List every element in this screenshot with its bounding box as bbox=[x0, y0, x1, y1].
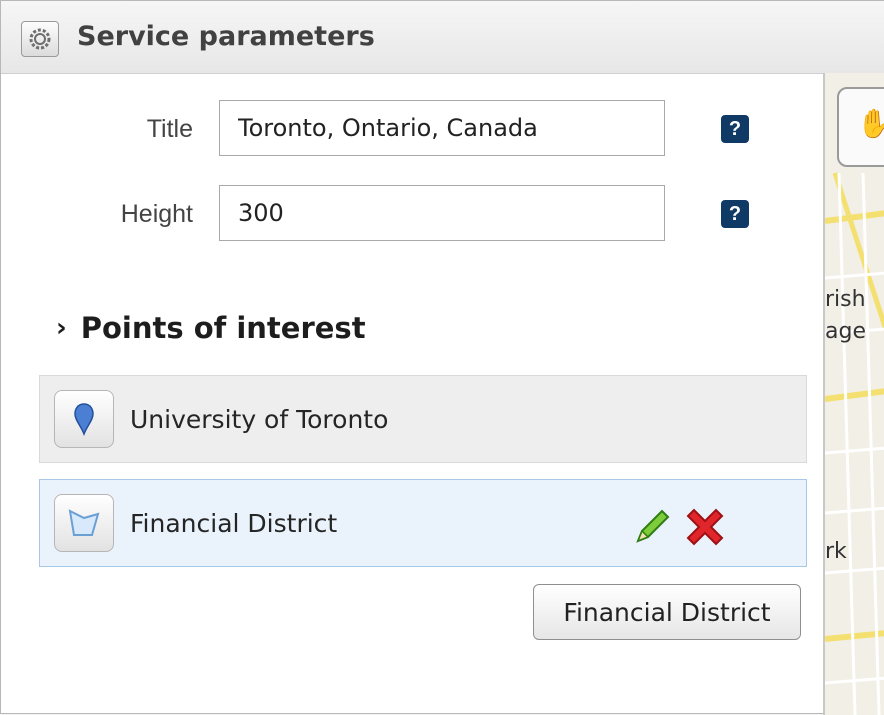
map-pin-icon bbox=[54, 390, 114, 448]
poi-item-label: Financial District bbox=[130, 508, 338, 538]
poi-item-label: University of Toronto bbox=[130, 404, 389, 434]
delete-x-icon[interactable] bbox=[682, 504, 728, 555]
poi-section-title: Points of interest bbox=[80, 311, 366, 345]
map-preview[interactable]: ✋ rish age rk bbox=[823, 73, 884, 715]
chevron-right-icon: › bbox=[56, 313, 67, 343]
height-help-icon[interactable]: ? bbox=[721, 200, 749, 228]
poi-item-actions bbox=[630, 504, 728, 555]
map-label: rk bbox=[825, 539, 847, 564]
height-label: Height bbox=[120, 200, 193, 228]
map-label: rish bbox=[825, 287, 866, 312]
height-input[interactable] bbox=[219, 185, 665, 241]
service-parameters-dialog: Service parameters Title ? Height ? › Po… bbox=[0, 0, 884, 715]
dialog-titlebar: Service parameters bbox=[1, 1, 884, 74]
map-pan-tool-button[interactable]: ✋ bbox=[837, 87, 884, 167]
poi-section-header[interactable]: › Points of interest bbox=[56, 311, 366, 345]
dialog-title: Service parameters bbox=[77, 21, 375, 52]
hand-icon: ✋ bbox=[857, 107, 884, 140]
poi-item-financial-district[interactable]: Financial District bbox=[39, 479, 807, 567]
edit-pencil-icon[interactable] bbox=[630, 505, 674, 554]
poi-item-university[interactable]: University of Toronto bbox=[39, 375, 807, 463]
map-label: age bbox=[825, 319, 866, 344]
polygon-area-icon bbox=[54, 494, 114, 552]
title-label: Title bbox=[146, 115, 193, 143]
poi-name-tooltip: Financial District bbox=[533, 584, 801, 640]
title-help-icon[interactable]: ? bbox=[721, 115, 749, 143]
title-input[interactable] bbox=[219, 100, 665, 156]
gear-icon bbox=[21, 21, 59, 57]
